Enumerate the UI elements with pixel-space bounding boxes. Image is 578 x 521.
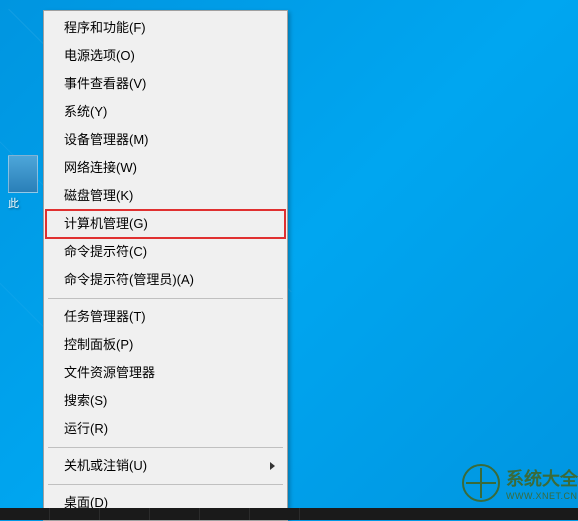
menu-item-label: 控制面板(P): [64, 337, 133, 352]
taskbar-item[interactable]: [50, 508, 100, 520]
menu-network-connections[interactable]: 网络连接(W): [46, 154, 285, 182]
menu-item-label: 关机或注销(U): [64, 458, 147, 473]
winx-context-menu: 程序和功能(F) 电源选项(O) 事件查看器(V) 系统(Y) 设备管理器(M) 网络连接…: [43, 10, 288, 521]
menu-separator: [48, 484, 283, 485]
menu-disk-management[interactable]: 磁盘管理(K): [46, 182, 285, 210]
menu-file-explorer[interactable]: 文件资源管理器: [46, 359, 285, 387]
menu-power-options[interactable]: 电源选项(O): [46, 42, 285, 70]
watermark: 系统大全 WWW.XNET.CN: [462, 464, 578, 502]
menu-separator: [48, 298, 283, 299]
menu-event-viewer[interactable]: 事件查看器(V): [46, 70, 285, 98]
menu-run[interactable]: 运行(R): [46, 415, 285, 443]
taskbar-item[interactable]: [200, 508, 250, 520]
menu-computer-management[interactable]: 计算机管理(G): [46, 210, 285, 238]
menu-programs-features[interactable]: 程序和功能(F): [46, 14, 285, 42]
menu-item-label: 系统(Y): [64, 104, 107, 119]
menu-command-prompt[interactable]: 命令提示符(C): [46, 238, 285, 266]
menu-item-label: 运行(R): [64, 421, 108, 436]
menu-item-label: 磁盘管理(K): [64, 188, 133, 203]
menu-item-label: 事件查看器(V): [64, 76, 146, 91]
desktop-icon-this-pc[interactable]: 此: [8, 155, 38, 211]
menu-item-label: 命令提示符(C): [64, 244, 147, 259]
taskbar-item[interactable]: [100, 508, 150, 520]
menu-item-label: 设备管理器(M): [64, 132, 149, 147]
menu-command-prompt-admin[interactable]: 命令提示符(管理员)(A): [46, 266, 285, 294]
taskbar[interactable]: [0, 508, 578, 520]
menu-item-label: 网络连接(W): [64, 160, 137, 175]
menu-separator: [48, 447, 283, 448]
menu-item-label: 任务管理器(T): [64, 309, 146, 324]
taskbar-item[interactable]: [150, 508, 200, 520]
desktop-icon-label: 此: [8, 198, 19, 210]
menu-device-manager[interactable]: 设备管理器(M): [46, 126, 285, 154]
menu-task-manager[interactable]: 任务管理器(T): [46, 303, 285, 331]
taskbar-item[interactable]: [250, 508, 300, 520]
menu-item-label: 电源选项(O): [64, 48, 135, 63]
watermark-sub: WWW.XNET.CN: [506, 491, 578, 501]
taskbar-start[interactable]: [0, 508, 50, 520]
menu-search[interactable]: 搜索(S): [46, 387, 285, 415]
this-pc-icon: [8, 155, 38, 193]
chevron-right-icon: [270, 462, 275, 470]
menu-shutdown-signout[interactable]: 关机或注销(U): [46, 452, 285, 480]
menu-item-label: 文件资源管理器: [64, 365, 155, 380]
watermark-title: 系统大全: [506, 465, 578, 491]
menu-item-label: 计算机管理(G): [64, 216, 148, 231]
menu-control-panel[interactable]: 控制面板(P): [46, 331, 285, 359]
watermark-logo-icon: [462, 464, 500, 502]
menu-item-label: 命令提示符(管理员)(A): [64, 272, 194, 287]
menu-system[interactable]: 系统(Y): [46, 98, 285, 126]
menu-item-label: 程序和功能(F): [64, 20, 146, 35]
menu-item-label: 搜索(S): [64, 393, 107, 408]
